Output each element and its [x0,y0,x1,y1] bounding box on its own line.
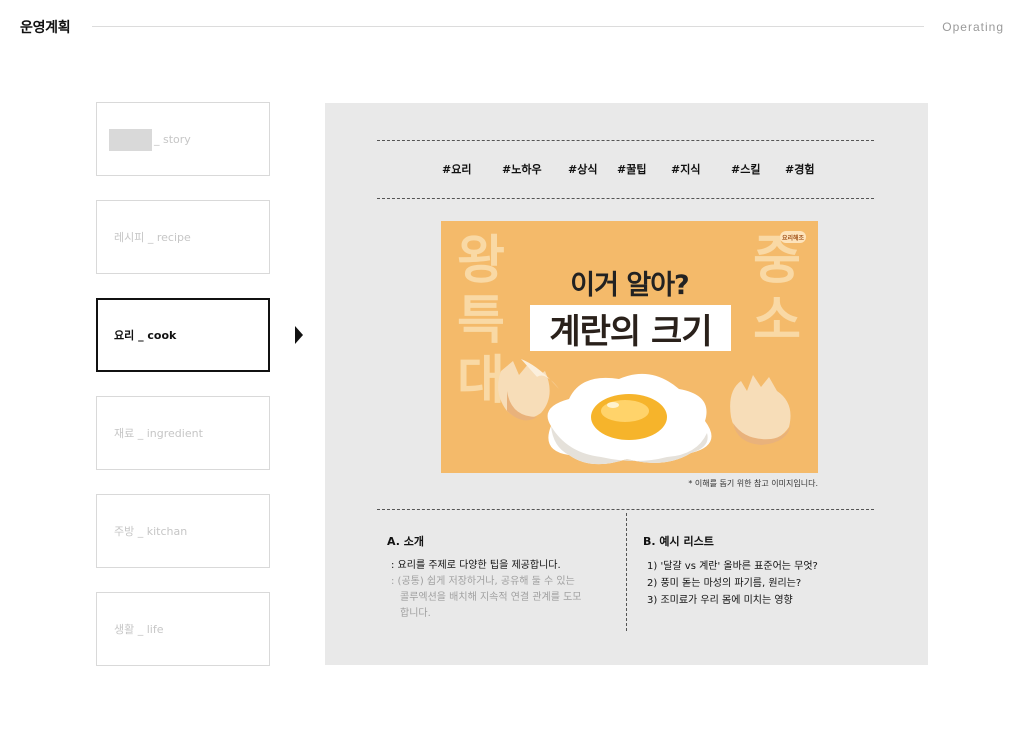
hero-title: 계란의 크기 [530,305,731,352]
section-a-line: 합니다. [400,608,431,619]
tag-list: #요리 #노하우 #상식 #꿀팁 #지식 #스킬 #경험 [377,161,874,177]
page-title: 운영계획 [20,20,71,36]
image-caption: * 이해를 돕기 위한 참고 이미지입니다. [688,479,818,488]
section-a-body: : 요리를 주제로 다양한 팁을 제공합니다. : (공통) 쉽게 저장하거나,… [391,558,611,622]
tag: #스킬 [731,163,761,176]
section-label: Operating [942,20,1004,34]
menu-item-label: 주방 _ kitchan [114,525,188,538]
tag: #상식 [568,163,598,176]
tag: #노하우 [502,163,542,176]
header-divider [92,26,924,27]
menu-item-label: 레시피 _ recipe [114,231,191,244]
tag: #꿀팁 [617,163,647,176]
menu-item-label: 요리 _ cook [114,329,177,342]
selection-arrow-icon [295,326,303,344]
section-a-line: 콜루엑션을 배치해 지속적 연결 관계를 도모 [400,592,582,603]
menu-item-cook[interactable]: 요리 _ cook [96,298,270,372]
menu-item-life[interactable]: 생활 _ life [96,592,270,666]
divider-dotted [377,509,874,510]
section-b-title: B. 예시 리스트 [643,535,714,548]
hero-subtitle: 이거 알아? [570,270,689,301]
menu-item-label: _ story [154,132,191,146]
divider-dotted [377,198,874,199]
hero-image: 왕 특 대 중 소 이거 알아? 계란의 크기 요리해조 [441,221,818,473]
brand-logo: 요리해조 [780,231,806,243]
tag: #요리 [442,163,472,176]
menu-item-label: 생활 _ life [114,623,164,636]
menu-item-label: 재료 _ ingredient [114,427,203,440]
list-item: 1) '달걀 vs 계란' 올바른 표준어는 무엇? [647,561,818,572]
menu-item-story[interactable]: _ story [96,102,270,176]
menu-item-recipe[interactable]: 레시피 _ recipe [96,200,270,274]
menu-item-ingredient[interactable]: 재료 _ ingredient [96,396,270,470]
section-a-line: : (공통) 쉽게 저장하거나, 공유해 둘 수 있는 [391,576,575,587]
redacted-block [109,129,152,151]
content-panel: #요리 #노하우 #상식 #꿀팁 #지식 #스킬 #경험 왕 특 대 중 소 이… [325,103,928,665]
column-divider [626,513,627,631]
list-item: 3) 조미료가 우리 몸에 미치는 영향 [647,595,793,606]
section-b-list: 1) '달걀 vs 계란' 올바른 표준어는 무엇? 2) 풍미 돋는 마성의 … [647,558,887,609]
divider-dotted [377,140,874,141]
tag: #경험 [785,163,815,176]
section-a-title: A. 소개 [387,535,424,548]
list-item: 2) 풍미 돋는 마성의 파기름, 원리는? [647,578,802,589]
section-a-line: : 요리를 주제로 다양한 팁을 제공합니다. [391,560,561,571]
tag: #지식 [671,163,701,176]
menu-item-kitchen[interactable]: 주방 _ kitchan [96,494,270,568]
